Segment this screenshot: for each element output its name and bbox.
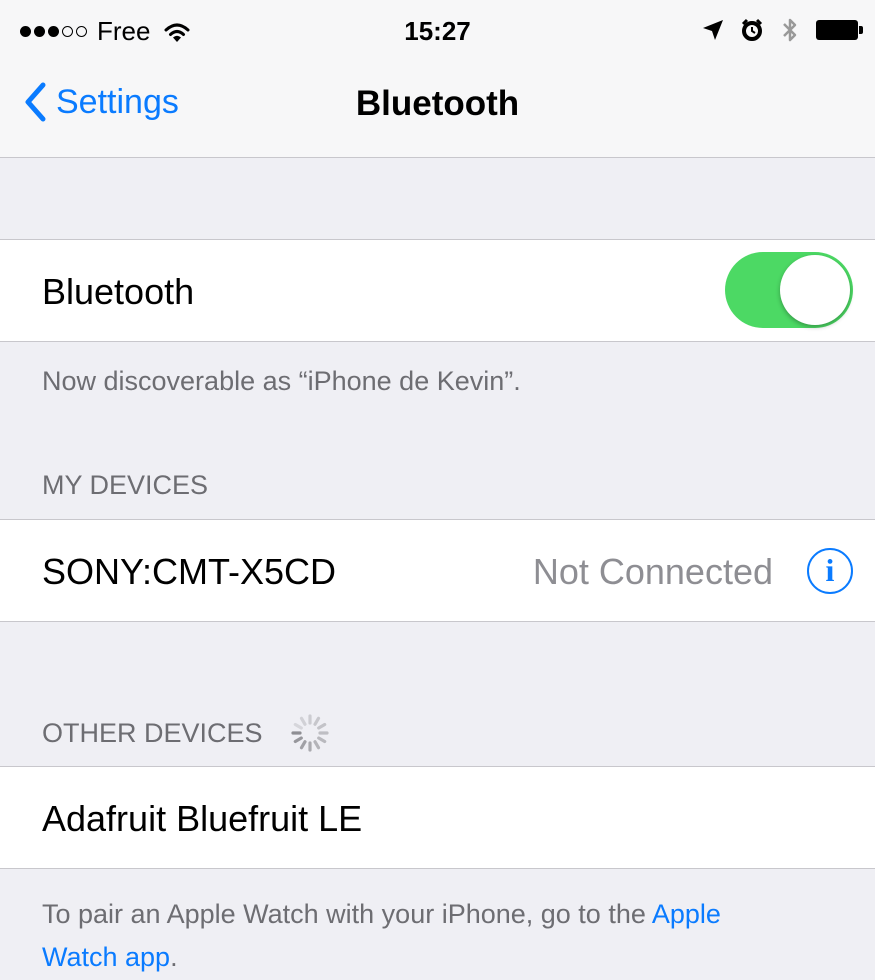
- navigation-bar: Settings Bluetooth: [0, 64, 875, 157]
- bluetooth-toggle-row: Bluetooth: [0, 239, 875, 342]
- info-icon[interactable]: i: [807, 548, 853, 594]
- other-devices-header-label: OTHER DEVICES: [42, 717, 263, 748]
- status-bar: Free 15:27: [0, 0, 875, 64]
- my-devices-header: MY DEVICES: [42, 470, 208, 501]
- bluetooth-icon: [783, 18, 797, 42]
- device-name: SONY:CMT-X5CD: [42, 551, 337, 592]
- bluetooth-label: Bluetooth: [42, 271, 195, 312]
- other-device-row[interactable]: Adafruit Bluefruit LE: [0, 766, 875, 869]
- spinner-icon: [290, 714, 329, 752]
- apple-link-part1[interactable]: Apple: [652, 899, 721, 929]
- discoverable-text: Now discoverable as “iPhone de Kevin”.: [42, 366, 521, 396]
- page-title: Bluetooth: [355, 84, 520, 123]
- status-bar-right: [702, 16, 863, 44]
- battery-icon: [816, 20, 863, 40]
- other-devices-header: OTHER DEVICES: [42, 712, 331, 754]
- footer-text-before: To pair an Apple Watch with your iPhone,…: [42, 899, 652, 929]
- top-bar: Free 15:27 Settings Bluetooth: [0, 0, 875, 158]
- apple-watch-app-link[interactable]: Watch app: [42, 942, 170, 972]
- my-devices-header-label: MY DEVICES: [42, 470, 209, 500]
- other-device-name: Adafruit Bluefruit LE: [42, 798, 363, 839]
- device-row[interactable]: SONY:CMT-X5CD Not Connected i: [0, 519, 875, 622]
- toggle-knob: [780, 255, 850, 325]
- footer-text: To pair an Apple Watch with your iPhone,…: [42, 893, 842, 979]
- device-status: Not Connected: [532, 551, 773, 592]
- bluetooth-toggle[interactable]: [725, 252, 853, 328]
- alarm-icon: [741, 18, 763, 41]
- footer-text-after: .: [170, 942, 178, 972]
- location-arrow-icon: [703, 20, 723, 40]
